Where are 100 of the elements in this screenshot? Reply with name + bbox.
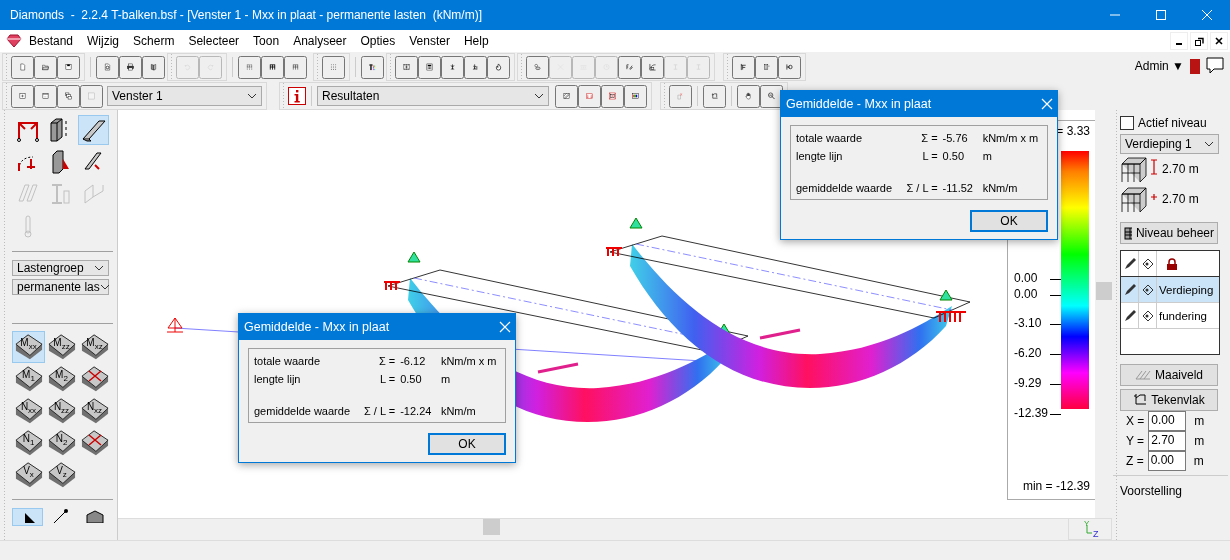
frame-grid-icon[interactable] (261, 55, 284, 79)
pencil-icon[interactable] (1123, 309, 1136, 322)
layer-row[interactable]: fundering (1121, 303, 1219, 329)
ok-button[interactable]: OK (428, 433, 506, 455)
figure-icon[interactable] (441, 55, 464, 79)
restore-icon[interactable] (1194, 36, 1204, 46)
comment-icon[interactable] (1206, 57, 1224, 75)
menu-item[interactable]: Analyseer (286, 34, 354, 48)
coordinate-field[interactable]: 0.00 (1147, 451, 1186, 471)
color-scale-icon[interactable] (624, 84, 647, 108)
level-height-text: 2.70 m (1162, 192, 1199, 206)
folder-icon[interactable] (34, 55, 57, 79)
row-label: totale waarde (254, 355, 322, 367)
close-button[interactable] (1210, 32, 1228, 50)
cascade-windows-icon[interactable] (57, 84, 80, 108)
building-height-icon (1120, 154, 1160, 184)
legend-tick-label: -6.20 (1014, 346, 1042, 360)
new-window-icon[interactable] (11, 84, 34, 108)
color-table-icon[interactable] (361, 55, 384, 79)
calculator-icon[interactable] (418, 55, 441, 79)
window-select[interactable]: Venster 1 (107, 86, 262, 106)
caret-icon[interactable] (94, 264, 104, 271)
level-select[interactable]: Verdieping 1 (1120, 134, 1219, 154)
unit-text: kNm/m x m (440, 355, 498, 367)
minimize-button[interactable] (1170, 32, 1188, 50)
menu-item[interactable]: Toon (246, 34, 287, 48)
level-manage-button[interactable]: Niveau beheer (1120, 222, 1218, 244)
hand-icon[interactable] (737, 84, 760, 108)
menu-item[interactable]: Venster (402, 34, 457, 48)
blank-window-icon[interactable] (80, 84, 103, 108)
info-icon[interactable] (288, 87, 306, 105)
save-icon[interactable] (57, 55, 80, 79)
dialog-title: Gemiddelde - Mxx in plaat (786, 97, 932, 111)
result-type-button[interactable]: M$_{xx}$ (12, 331, 45, 364)
print-icon[interactable] (119, 55, 142, 79)
unit-label: m (1193, 454, 1204, 468)
user-menu[interactable]: Admin ▼ (1134, 59, 1184, 73)
ground-level-button[interactable]: Maaiveld (1120, 364, 1218, 386)
support-icon (166, 317, 184, 333)
reaction-icon[interactable] (578, 84, 601, 108)
drawing-plane-button[interactable]: Tekenvlak (1120, 389, 1218, 411)
eye-icon[interactable] (1141, 283, 1154, 296)
ok-button[interactable]: OK (970, 210, 1048, 232)
menu-item[interactable]: Opties (353, 34, 403, 48)
restore-button[interactable] (1190, 32, 1208, 50)
formula-symbol: Σ / L = (905, 182, 938, 194)
pencil-icon[interactable] (1123, 257, 1136, 270)
book-icon[interactable] (142, 55, 165, 79)
flame-icon[interactable] (487, 55, 510, 79)
unit-label: m (1194, 414, 1205, 428)
close-icon[interactable] (1215, 37, 1223, 45)
caret-icon[interactable] (247, 93, 257, 99)
window-icon[interactable] (34, 84, 57, 108)
load-group-select[interactable]: Lastengroep (12, 259, 109, 276)
pointer-icon[interactable] (12, 508, 43, 526)
coordinate-field[interactable]: 2.70 (1148, 431, 1187, 451)
hatched-frame-icon[interactable] (555, 84, 578, 108)
layer-row[interactable]: Verdieping (1121, 277, 1219, 303)
list-icon[interactable] (755, 55, 778, 79)
axes-icon (1133, 393, 1148, 407)
frame-grid-icon[interactable] (284, 55, 307, 79)
figure-icon[interactable] (464, 55, 487, 79)
dots-icon[interactable] (322, 55, 345, 79)
menu-item[interactable]: Scherm (126, 34, 182, 48)
results-select[interactable]: Resultaten (317, 86, 549, 106)
pencil-icon[interactable] (1123, 283, 1136, 296)
row-label: totale waarde (796, 132, 864, 144)
preview-icon[interactable] (96, 55, 119, 79)
eye-icon[interactable] (1141, 309, 1154, 322)
curve-icon[interactable] (641, 55, 664, 79)
load-case-select[interactable]: permanente las (12, 278, 109, 295)
maximize-icon[interactable] (1156, 10, 1166, 20)
menu-item[interactable]: Wijzig (80, 34, 127, 48)
caret-icon[interactable] (1204, 141, 1214, 147)
legend-tick-label: 0.00 (1014, 287, 1038, 301)
lock-icon[interactable] (1166, 257, 1178, 270)
menu-item[interactable]: Bestand (22, 34, 81, 48)
coordinate-field[interactable]: 0.00 (1148, 411, 1187, 431)
eye-icon[interactable] (1141, 257, 1154, 270)
cross-arrows-icon[interactable] (87, 370, 102, 383)
plate-tool-icon[interactable] (78, 115, 109, 145)
menu-item[interactable]: Selecteer (181, 34, 247, 48)
axes-icon[interactable] (703, 84, 726, 108)
value-text: -11.52 (942, 182, 974, 194)
caret-icon[interactable] (534, 93, 544, 99)
menu-item[interactable]: Help (456, 34, 496, 48)
frame-grid-icon[interactable] (238, 55, 261, 79)
coordinate-label: X = (1126, 414, 1145, 428)
unit-text: kNm/m (440, 405, 477, 417)
checkbox[interactable] (1120, 116, 1134, 130)
column-icon[interactable] (732, 55, 755, 79)
legend-tick-label: -9.29 (1014, 376, 1042, 390)
file-icon[interactable] (11, 55, 34, 79)
mesh-icon[interactable] (601, 84, 624, 108)
cross-arrows-icon[interactable] (87, 434, 102, 447)
caret-icon[interactable] (99, 283, 110, 290)
row-label: lengte lijn (254, 373, 302, 385)
horizontal-scrollbar[interactable] (118, 518, 1068, 536)
layer-name: fundering (1158, 308, 1207, 324)
mesh-icon[interactable] (395, 55, 418, 79)
